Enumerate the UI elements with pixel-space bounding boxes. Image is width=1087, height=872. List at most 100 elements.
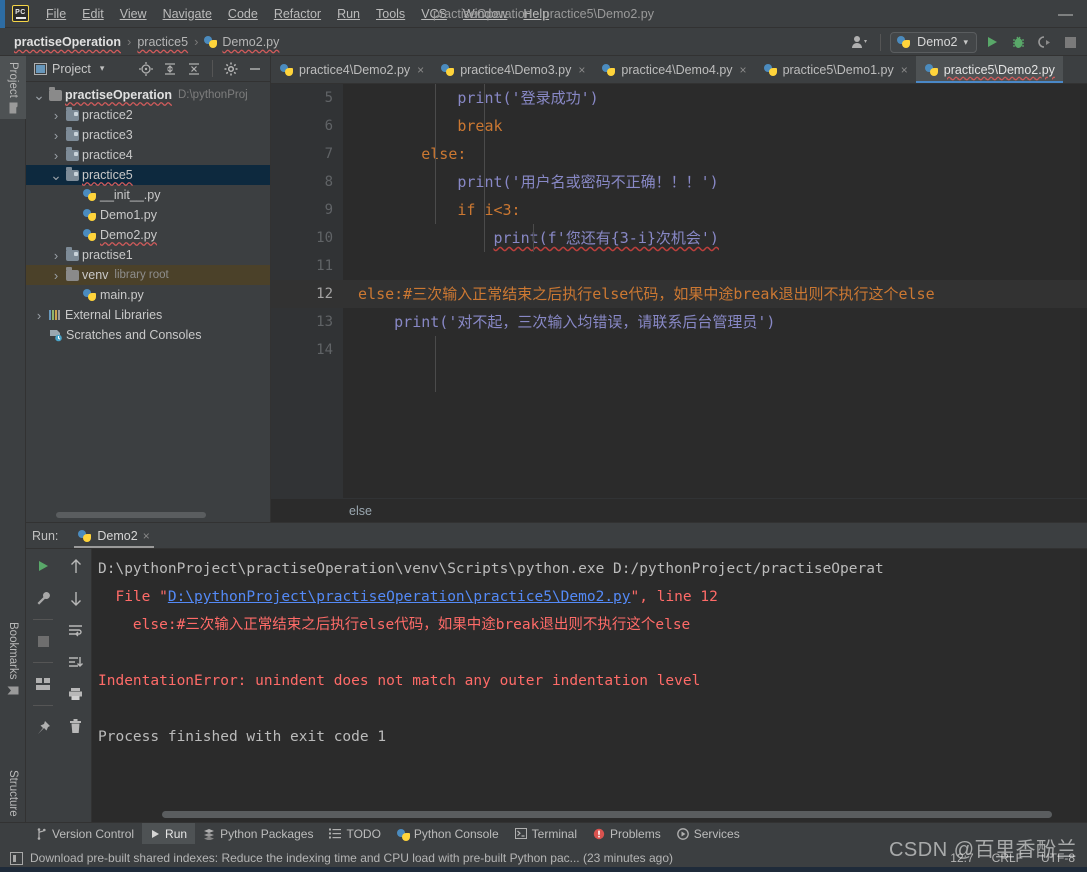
gear-icon[interactable] [220, 58, 242, 80]
console-horizontal-scrollbar[interactable] [162, 811, 1052, 818]
edit-configuration-button[interactable] [32, 587, 54, 609]
breadcrumb-file[interactable]: Demo2.py [200, 33, 283, 51]
line-number-5[interactable]: 5 [271, 84, 343, 112]
up-arrow-icon[interactable] [65, 555, 87, 577]
chevron-down-icon[interactable]: ⌄ [49, 172, 63, 178]
user-account-icon[interactable] [849, 31, 871, 53]
line-separator[interactable]: CRLF [992, 851, 1023, 865]
tool-button-terminal[interactable]: Terminal [507, 823, 585, 845]
close-icon[interactable]: × [417, 63, 424, 77]
down-arrow-icon[interactable] [65, 587, 87, 609]
menu-item-vcs[interactable]: VCS [414, 4, 454, 24]
stop-button[interactable] [1059, 31, 1081, 53]
run-configuration-selector[interactable]: Demo2 ▾ [890, 32, 977, 53]
run-coverage-button[interactable] [1033, 31, 1055, 53]
chevron-right-icon[interactable]: › [49, 269, 63, 282]
menu-item-run[interactable]: Run [330, 4, 367, 24]
editor-tab[interactable]: practice4\Demo4.py × [593, 56, 754, 83]
tree-node-external-libraries[interactable]: ›External Libraries [26, 305, 270, 325]
chevron-right-icon[interactable]: › [49, 109, 63, 122]
breadcrumb-project[interactable]: practiseOperation [10, 33, 125, 51]
menu-item-window[interactable]: Window [456, 4, 514, 24]
menu-item-code[interactable]: Code [221, 4, 265, 24]
line-number-8[interactable]: 8 [271, 168, 343, 196]
tree-node-practice2[interactable]: ›practice2 [26, 105, 270, 125]
tree-node-practice3[interactable]: ›practice3 [26, 125, 270, 145]
tree-node---init---py[interactable]: __init__.py [26, 185, 270, 205]
tree-node-practice5[interactable]: ⌄practice5 [26, 165, 270, 185]
menu-item-help[interactable]: Help [516, 4, 556, 24]
tool-button-version-control[interactable]: Version Control [28, 823, 142, 845]
tree-node-practise1[interactable]: ›practise1 [26, 245, 270, 265]
chevron-down-icon[interactable]: ▾ [100, 63, 105, 74]
breadcrumb-folder[interactable]: practice5 [133, 33, 192, 51]
run-session-tab[interactable]: Demo2 × [72, 526, 155, 546]
status-message-group[interactable]: Download pre-built shared indexes: Reduc… [10, 851, 673, 865]
tree-node-scratches-and-consoles[interactable]: Scratches and Consoles [26, 325, 270, 345]
caret-position[interactable]: 12:7 [950, 851, 973, 865]
tool-button-services[interactable]: Services [669, 823, 748, 845]
close-icon[interactable]: × [578, 63, 585, 77]
expand-all-icon[interactable] [159, 58, 181, 80]
locate-file-icon[interactable] [135, 58, 157, 80]
code-editor[interactable]: 567891011121314 print('登录成功') break else… [271, 84, 1087, 498]
project-title-group[interactable]: Project ▾ [34, 62, 104, 76]
menu-item-tools[interactable]: Tools [369, 4, 412, 24]
project-horizontal-scrollbar[interactable] [56, 512, 206, 518]
stop-button[interactable] [32, 630, 54, 652]
soft-wrap-icon[interactable] [65, 619, 87, 641]
project-tree[interactable]: ⌄practiseOperationD:\pythonProj›practice… [26, 82, 270, 522]
tree-node-main-py[interactable]: main.py [26, 285, 270, 305]
file-encoding[interactable]: UTF-8 [1041, 851, 1075, 865]
tree-node-practice4[interactable]: ›practice4 [26, 145, 270, 165]
menu-item-refactor[interactable]: Refactor [267, 4, 328, 24]
line-number-14[interactable]: 14 [271, 336, 343, 364]
scroll-to-end-icon[interactable] [65, 651, 87, 673]
editor-gutter[interactable]: 567891011121314 [271, 84, 343, 498]
tool-button-problems[interactable]: Problems [585, 823, 669, 845]
menu-item-view[interactable]: View [113, 4, 154, 24]
collapse-all-icon[interactable] [183, 58, 205, 80]
editor-structure-breadcrumb[interactable]: else [271, 498, 1087, 522]
editor-tab[interactable]: practice4\Demo2.py × [271, 56, 432, 83]
tree-node-practiseoperation[interactable]: ⌄practiseOperationD:\pythonProj [26, 85, 270, 105]
code-lines[interactable]: print('登录成功') break else: print('用户名或密码不… [343, 84, 1087, 498]
line-number-10[interactable]: 10 [271, 224, 343, 252]
clear-all-icon[interactable] [65, 715, 87, 737]
chevron-right-icon[interactable]: › [49, 149, 63, 162]
menu-item-navigate[interactable]: Navigate [156, 4, 219, 24]
tool-button-python-packages[interactable]: Python Packages [195, 823, 321, 845]
close-icon[interactable]: × [740, 63, 747, 77]
tree-node-demo1-py[interactable]: Demo1.py [26, 205, 270, 225]
line-number-11[interactable]: 11 [271, 252, 343, 280]
close-icon[interactable]: × [143, 529, 150, 543]
minimize-button[interactable]: — [1058, 0, 1073, 28]
hide-panel-icon[interactable] [244, 58, 266, 80]
line-number-9[interactable]: 9 [271, 196, 343, 224]
run-console-output[interactable]: D:\pythonProject\practiseOperation\venv\… [92, 549, 1087, 822]
close-icon[interactable]: × [901, 63, 908, 77]
editor-tab[interactable]: practice4\Demo3.py × [432, 56, 593, 83]
chevron-right-icon[interactable]: › [49, 249, 63, 262]
editor-tab[interactable]: practice5\Demo1.py × [755, 56, 916, 83]
run-button[interactable] [981, 31, 1003, 53]
rerun-button[interactable] [32, 555, 54, 577]
menu-item-edit[interactable]: Edit [75, 4, 111, 24]
layout-settings-button[interactable] [32, 673, 54, 695]
line-number-6[interactable]: 6 [271, 112, 343, 140]
debug-button[interactable] [1007, 31, 1029, 53]
chevron-down-icon[interactable]: ⌄ [32, 92, 46, 98]
pin-tab-button[interactable] [32, 716, 54, 738]
console-file-link[interactable]: D:\pythonProject\practiseOperation\pract… [168, 589, 631, 605]
menu-item-file[interactable]: File [39, 4, 73, 24]
tool-button-run[interactable]: Run [142, 823, 195, 845]
tool-button-todo[interactable]: TODO [321, 823, 388, 845]
line-number-13[interactable]: 13 [271, 308, 343, 336]
tool-button-python-console[interactable]: Python Console [389, 823, 507, 845]
tree-node-venv[interactable]: ›venvlibrary root [26, 265, 270, 285]
tool-button-project[interactable]: Project [0, 56, 26, 119]
tool-button-bookmarks[interactable]: Bookmarks [0, 616, 26, 702]
editor-tab-active[interactable]: practice5\Demo2.py [916, 56, 1063, 83]
print-icon[interactable] [65, 683, 87, 705]
line-number-7[interactable]: 7 [271, 140, 343, 168]
